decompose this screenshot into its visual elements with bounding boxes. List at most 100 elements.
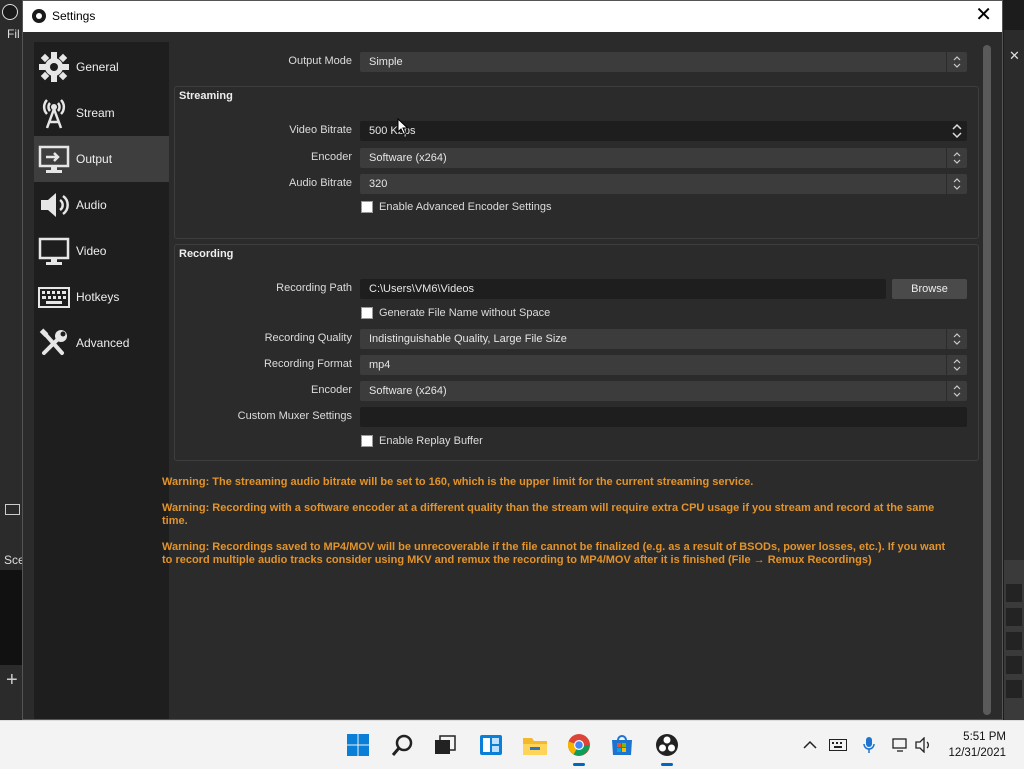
panel-slot bbox=[1006, 584, 1022, 602]
replay-buffer-label: Enable Replay Buffer bbox=[379, 435, 483, 447]
obs-logo-icon bbox=[32, 9, 46, 23]
sidebar-item-advanced[interactable]: Advanced bbox=[34, 320, 169, 366]
warning-software-encoder: Warning: Recording with a software encod… bbox=[162, 502, 935, 527]
recording-encoder-select[interactable]: Software (x264) bbox=[360, 381, 967, 401]
replay-buffer-checkbox[interactable]: Enable Replay Buffer bbox=[361, 435, 483, 447]
audio-bitrate-value: 320 bbox=[369, 178, 388, 190]
sidebar-item-label: General bbox=[76, 60, 119, 74]
recording-path-label: Recording Path bbox=[276, 282, 352, 294]
custom-muxer-input[interactable] bbox=[360, 407, 967, 427]
no-space-filename-checkbox[interactable]: Generate File Name without Space bbox=[361, 307, 550, 319]
network-icon[interactable] bbox=[891, 735, 911, 755]
tools-icon bbox=[38, 327, 70, 359]
monitor-icon bbox=[5, 504, 20, 515]
panel-slot bbox=[1006, 656, 1022, 674]
sidebar-item-general[interactable]: General bbox=[34, 44, 169, 90]
browse-button[interactable]: Browse bbox=[892, 279, 967, 299]
stream-encoder-label: Encoder bbox=[311, 151, 352, 163]
warning-audio-bitrate: Warning: The streaming audio bitrate wil… bbox=[162, 476, 754, 488]
advanced-encoder-label: Enable Advanced Encoder Settings bbox=[379, 201, 552, 213]
mouse-cursor-icon bbox=[397, 117, 409, 139]
active-app-indicator bbox=[661, 763, 673, 766]
settings-sidebar: General Stream Output Audio Video Hotkey… bbox=[34, 42, 169, 719]
clock-time: 5:51 PM bbox=[963, 731, 1006, 743]
advanced-encoder-checkbox[interactable]: Enable Advanced Encoder Settings bbox=[361, 201, 551, 213]
obs-logo-icon bbox=[2, 4, 18, 20]
sidebar-item-audio[interactable]: Audio bbox=[34, 182, 169, 228]
dialog-title: Settings bbox=[52, 9, 96, 23]
speaker-icon bbox=[38, 189, 70, 221]
search-icon[interactable] bbox=[390, 732, 416, 758]
chevron-updown-icon bbox=[946, 174, 967, 194]
content-scrollbar[interactable] bbox=[983, 45, 991, 715]
microsoft-store-icon[interactable] bbox=[609, 732, 635, 758]
audio-bitrate-label: Audio Bitrate bbox=[289, 177, 352, 189]
sidebar-item-stream[interactable]: Stream bbox=[34, 90, 169, 136]
recording-group-title: Recording bbox=[179, 248, 234, 260]
recording-format-select[interactable]: mp4 bbox=[360, 355, 967, 375]
obs-icon[interactable] bbox=[654, 732, 680, 758]
stream-encoder-select[interactable]: Software (x264) bbox=[360, 148, 967, 168]
close-button[interactable]: ✕ bbox=[975, 5, 992, 25]
audio-bitrate-select[interactable]: 320 bbox=[360, 174, 967, 194]
sidebar-item-label: Video bbox=[76, 244, 107, 258]
sidebar-item-video[interactable]: Video bbox=[34, 228, 169, 274]
close-icon[interactable]: ✕ bbox=[1009, 48, 1020, 64]
recording-quality-value: Indistinguishable Quality, Large File Si… bbox=[369, 333, 567, 345]
checkbox-box[interactable] bbox=[361, 307, 373, 319]
chrome-icon[interactable] bbox=[566, 732, 592, 758]
chevron-up-icon[interactable] bbox=[800, 735, 820, 755]
no-space-filename-label: Generate File Name without Space bbox=[379, 307, 551, 319]
sidebar-item-label: Audio bbox=[76, 198, 107, 212]
video-bitrate-spinbox[interactable]: 500 Kbps bbox=[360, 121, 967, 141]
monitor-icon bbox=[38, 235, 70, 267]
right-panel-strip bbox=[1004, 560, 1024, 720]
windows-start-icon[interactable] bbox=[345, 732, 371, 758]
file-menu-fragment[interactable]: Fil bbox=[7, 27, 20, 41]
chevron-updown-icon bbox=[946, 355, 967, 375]
sidebar-item-label: Stream bbox=[76, 106, 115, 120]
output-mode-value: Simple bbox=[369, 56, 403, 68]
custom-muxer-label: Custom Muxer Settings bbox=[237, 410, 352, 422]
scenes-list bbox=[0, 570, 22, 665]
recording-encoder-value: Software (x264) bbox=[369, 385, 447, 397]
chevron-updown-icon bbox=[946, 52, 967, 72]
dialog-titlebar: Settings ✕ bbox=[23, 1, 1002, 32]
recording-group bbox=[174, 244, 979, 461]
obs-main-window-left: Fil Sce + bbox=[0, 0, 25, 720]
recording-format-value: mp4 bbox=[369, 359, 391, 371]
gear-icon bbox=[38, 51, 70, 83]
checkbox-box[interactable] bbox=[361, 435, 373, 447]
taskbar-clock[interactable]: 5:51 PM 12/31/2021 bbox=[948, 729, 1006, 761]
volume-icon[interactable] bbox=[914, 735, 934, 755]
sidebar-item-output[interactable]: Output bbox=[34, 136, 169, 182]
clock-date: 12/31/2021 bbox=[948, 747, 1006, 759]
sidebar-item-label: Hotkeys bbox=[76, 290, 120, 304]
recording-encoder-label: Encoder bbox=[311, 384, 352, 396]
file-explorer-icon[interactable] bbox=[522, 732, 548, 758]
recording-format-label: Recording Format bbox=[263, 358, 352, 370]
stream-encoder-value: Software (x264) bbox=[369, 152, 447, 164]
chevron-updown-icon bbox=[946, 148, 967, 168]
recording-quality-select[interactable]: Indistinguishable Quality, Large File Si… bbox=[360, 329, 967, 349]
active-app-indicator bbox=[573, 763, 585, 766]
keyboard-icon[interactable] bbox=[828, 735, 848, 755]
task-view-icon[interactable] bbox=[432, 732, 458, 758]
checkbox-box[interactable] bbox=[361, 201, 373, 213]
streaming-group-title: Streaming bbox=[179, 90, 233, 102]
panel-slot bbox=[1006, 608, 1022, 626]
microphone-icon[interactable] bbox=[859, 735, 879, 755]
broadcast-tower-icon bbox=[38, 97, 70, 129]
sidebar-item-hotkeys[interactable]: Hotkeys bbox=[34, 274, 169, 320]
add-scene-icon[interactable]: + bbox=[6, 670, 18, 690]
recording-path-value: C:\Users\VM6\Videos bbox=[369, 283, 474, 295]
spin-arrows-icon[interactable] bbox=[947, 121, 967, 141]
chevron-updown-icon bbox=[946, 329, 967, 349]
sidebar-item-label: Output bbox=[76, 152, 113, 166]
recording-quality-label: Recording Quality bbox=[264, 332, 352, 344]
obs-main-window-right: ✕ bbox=[1004, 30, 1024, 720]
output-mode-select[interactable]: Simple bbox=[360, 52, 967, 72]
widgets-icon[interactable] bbox=[478, 732, 504, 758]
recording-path-input[interactable]: C:\Users\VM6\Videos bbox=[360, 279, 886, 299]
warning-mp4-recovery: Warning: Recordings saved to MP4/MOV wil… bbox=[162, 541, 946, 566]
